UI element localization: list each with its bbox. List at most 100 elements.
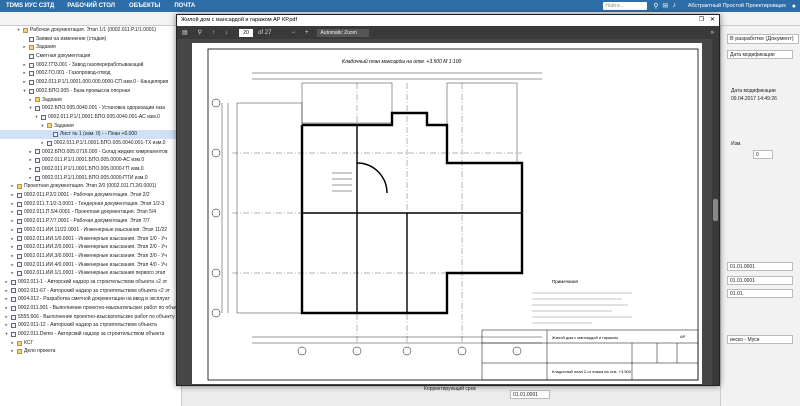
- restore-icon[interactable]: ❐: [699, 15, 704, 26]
- tree-row[interactable]: ▸ 0002.011.ИИ.2/0.0001 - Инженерные изыск…: [0, 243, 181, 252]
- expand-icon[interactable]: ▸: [22, 78, 27, 87]
- tree-row[interactable]: ▸ 0002.ГП3.001 - Завод газопереработывающ…: [0, 61, 181, 70]
- expand-icon[interactable]: ▸: [10, 200, 15, 209]
- expand-icon[interactable]: ▸: [28, 96, 33, 105]
- tree-row[interactable]: ▸ 0002.011.Р.1/1.0001.БПО.005.0000-ПТИ из…: [0, 174, 181, 183]
- tree-row[interactable]: ▸ 0002.011.П.5/4.0001 - Проектная докумен…: [0, 208, 181, 217]
- tree-row[interactable]: ▸ 0002.011-1 - Авторский надзор за строит…: [0, 278, 181, 287]
- tree-row[interactable]: Заявки на изменение (стадия): [0, 35, 181, 44]
- tree-row[interactable]: ▸ 0002.011.Р.1/1.0001.БПО.005.0000-АС изм…: [0, 156, 181, 165]
- tree-row[interactable]: ▸ Задания: [0, 96, 181, 105]
- next-page-icon[interactable]: ↓: [220, 30, 233, 36]
- tree-row[interactable]: ▸ Задания: [0, 43, 181, 52]
- date-field-1[interactable]: 01.01.0001: [727, 262, 793, 271]
- menu-mail[interactable]: ПОЧТА: [167, 3, 202, 9]
- tree-row[interactable]: ▸ Дело проекта: [0, 347, 181, 356]
- expand-icon[interactable]: ▸: [28, 156, 33, 165]
- expand-icon[interactable]: ▸: [10, 226, 15, 235]
- menu-objects[interactable]: ОБЪЕКТЫ: [122, 3, 167, 9]
- tree-row[interactable]: Лист № 1 (изм. 0) - - План +0.000: [0, 130, 181, 139]
- tree-row[interactable]: ▾ 0002.011.Demo - Авторский надзор за стр…: [0, 330, 181, 339]
- tree-row[interactable]: ▸ 0002.011.ИИ.1/1.0001 - Инженерные изыск…: [0, 269, 181, 278]
- expand-icon[interactable]: ▸: [10, 235, 15, 244]
- tree-row[interactable]: ▸ 0002.011.ИИ.1/0.0001 - Инженерные изыск…: [0, 235, 181, 244]
- expand-icon[interactable]: ▸: [28, 165, 33, 174]
- expand-icon[interactable]: ▸: [10, 208, 15, 217]
- zoom-in-icon[interactable]: +: [300, 30, 314, 36]
- tree-row[interactable]: ▸ 0002.011-12 - Авторский надзор за строи…: [0, 321, 181, 330]
- status-field[interactable]: В разработке (Документ): [727, 34, 799, 44]
- expand-icon[interactable]: ▸: [10, 252, 15, 261]
- tree-row[interactable]: ▸ 0002.011.ИИ.11/22.0001 - Инженерные изы…: [0, 226, 181, 235]
- tree-row[interactable]: ▸ 0002.011.Р.1/1.0001.000.000.0000-СП изм…: [0, 78, 181, 87]
- tree-row[interactable]: ▸ 0002.011.Р.2/2.0001 - Рабочая документа…: [0, 191, 181, 200]
- tree-row[interactable]: ▸ 5555.666 - Выполнение проектно-изыскате…: [0, 313, 181, 322]
- page-number-input[interactable]: 20: [239, 28, 254, 37]
- expand-icon[interactable]: ▸: [10, 347, 15, 356]
- tree-row[interactable]: ▾ Рабочая документация. Этап 1/1 (0002.01…: [0, 26, 181, 35]
- expand-icon[interactable]: ▸: [28, 174, 33, 183]
- expand-icon[interactable]: ▸: [4, 278, 9, 287]
- tree-row[interactable]: ▸ 0004.012 - Разработка сметной документа…: [0, 295, 181, 304]
- expand-icon[interactable]: ▸: [10, 269, 15, 278]
- tree-row[interactable]: ▾ 0002.БПО.005.0040.001 - Установка одори…: [0, 104, 181, 113]
- date-field-2[interactable]: 01.01.0001: [727, 276, 793, 285]
- tree-row[interactable]: ▸ 0002.ГО.001 - Газопровод-отвод: [0, 69, 181, 78]
- collapse-icon[interactable]: ▾: [16, 26, 21, 35]
- tree-row[interactable]: Сметная документация: [0, 52, 181, 61]
- collapse-icon[interactable]: ▾: [22, 87, 27, 96]
- collapse-icon[interactable]: ▾: [34, 113, 39, 122]
- user-avatar-icon[interactable]: ●: [792, 3, 800, 10]
- tree-row[interactable]: ▾ 0002.БПО.005 - База промысла опорная: [0, 87, 181, 96]
- tools-icon[interactable]: »: [706, 30, 719, 36]
- find-icon[interactable]: ⚲: [193, 29, 207, 36]
- menu-desktop[interactable]: РАБОЧИЙ СТОЛ: [60, 3, 122, 9]
- expand-icon[interactable]: ▸: [22, 43, 27, 52]
- expand-icon[interactable]: ▸: [4, 321, 9, 330]
- expand-icon[interactable]: ▸: [28, 148, 33, 157]
- expand-icon[interactable]: ▸: [10, 243, 15, 252]
- tree-row[interactable]: ▸ Проектная документация. Этап 2/0 (0002.…: [0, 182, 181, 191]
- tree-row[interactable]: ▸ 0002.011.901 - Выполнение проектно-изыс…: [0, 304, 181, 313]
- tree-row[interactable]: ▸ 0002.БПО.005.0716.000 - Склад жидких хи…: [0, 148, 181, 157]
- date-field-3[interactable]: 01.01.: [727, 289, 793, 298]
- tree-row[interactable]: ▸ 0002.011-67 - Авторский надзор за строи…: [0, 287, 181, 296]
- expand-icon[interactable]: ▸: [4, 304, 9, 313]
- close-icon[interactable]: ✕: [710, 15, 715, 26]
- tree-row[interactable]: ▾ 0002.011.Р.1/1.0001.БПО.005.0040.001-АС…: [0, 113, 181, 122]
- tree-row[interactable]: ▸ 0002.011.ИИ.4/0.0001 - Инженерные изыск…: [0, 261, 181, 270]
- expand-icon[interactable]: ▸: [4, 313, 9, 322]
- author-field[interactable]: инско - Муси: [727, 335, 793, 344]
- app-brand[interactable]: TDMS ИУС СЗТД: [0, 3, 60, 9]
- tree-row[interactable]: ▸ 0002.011.Т.1/2-3.0001 - Тендерная докум…: [0, 200, 181, 209]
- expand-icon[interactable]: ▸: [22, 69, 27, 78]
- tree-row[interactable]: ▸ КСГ: [0, 339, 181, 348]
- expand-icon[interactable]: ▸: [10, 261, 15, 270]
- collapse-icon[interactable]: ▾: [40, 122, 45, 131]
- mail-icon[interactable]: ✉: [662, 2, 668, 10]
- revision-field[interactable]: 0: [753, 150, 773, 159]
- expand-icon[interactable]: ▸: [10, 217, 15, 226]
- object-tree[interactable]: ▾ Рабочая документация. Этап 1/1 (0002.01…: [0, 26, 182, 406]
- sidebar-toggle-icon[interactable]: ▤: [177, 29, 193, 36]
- search-input[interactable]: Найти...: [603, 2, 648, 10]
- user-name[interactable]: Абстрактный Простой Проектировщик: [682, 3, 792, 9]
- expand-icon[interactable]: ▸: [10, 191, 15, 200]
- tree-row[interactable]: ▸ 0002.011.Р.1/1.0001.БПО.005.0040.001-ТХ…: [0, 139, 181, 148]
- expand-icon[interactable]: ▸: [10, 182, 15, 191]
- prev-page-icon[interactable]: ↑: [207, 30, 220, 36]
- collapse-icon[interactable]: ▾: [4, 330, 9, 339]
- tree-row[interactable]: ▾ Задания: [0, 122, 181, 131]
- collapse-icon[interactable]: ▾: [28, 104, 33, 113]
- tree-row[interactable]: ▸ 0002.011.Р.1/1.0001.БПО.005.0000-ГП изм…: [0, 165, 181, 174]
- bell-icon[interactable]: ♪: [672, 2, 676, 10]
- expand-icon[interactable]: ▸: [4, 295, 9, 304]
- tree-row[interactable]: ▸ 0002.011.Р.7/7.0001 - Рабочая документа…: [0, 217, 181, 226]
- search-icon[interactable]: ⚲: [653, 2, 658, 10]
- pdf-scrollbar[interactable]: [712, 39, 719, 385]
- expand-icon[interactable]: ▸: [10, 339, 15, 348]
- zoom-select[interactable]: Automatic Zoom: [317, 28, 370, 37]
- expand-icon[interactable]: ▸: [4, 287, 9, 296]
- expand-icon[interactable]: ▸: [22, 61, 27, 70]
- scroll-thumb[interactable]: [713, 199, 718, 221]
